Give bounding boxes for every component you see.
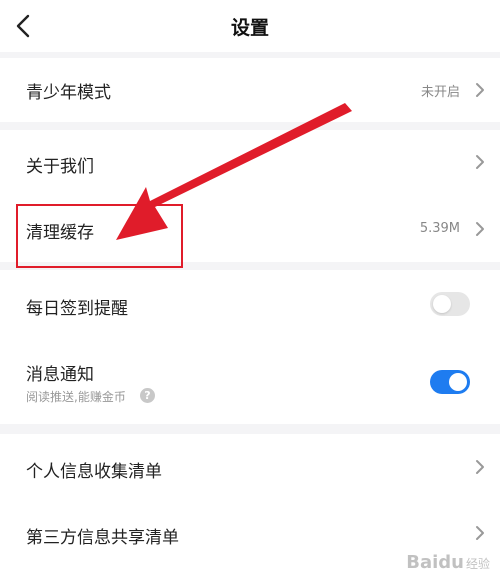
annotation-highlight-box	[16, 204, 183, 268]
youth-mode-status: 未开启	[420, 85, 460, 100]
about-label: 关于我们	[26, 157, 94, 177]
toggle-knob	[433, 295, 451, 313]
section-gap	[0, 424, 500, 434]
watermark: Baidu 经验	[406, 552, 490, 573]
help-icon[interactable]: ?	[140, 388, 155, 403]
personal-info-label: 个人信息收集清单	[26, 462, 162, 482]
page-title: 设置	[230, 17, 269, 39]
checkin-reminder-label: 每日签到提醒	[26, 299, 128, 319]
third-party-label: 第三方信息共享清单	[26, 528, 179, 548]
personal-info-row[interactable]: 个人信息收集清单	[0, 434, 500, 500]
chevron-right-icon	[476, 83, 484, 97]
toggle-knob	[449, 373, 467, 391]
youth-mode-label: 青少年模式	[26, 83, 111, 103]
notifications-label: 消息通知	[26, 365, 94, 385]
chevron-right-icon	[476, 222, 484, 236]
chevron-right-icon	[476, 460, 484, 474]
about-row[interactable]: 关于我们	[0, 130, 500, 194]
youth-mode-row[interactable]: 青少年模式 未开启	[0, 58, 500, 122]
cache-size: 5.39M	[419, 221, 460, 236]
notifications-row: 消息通知 阅读推送,能赚金币 ?	[0, 338, 500, 424]
notifications-toggle[interactable]	[430, 370, 470, 394]
notifications-sublabel: 阅读推送,能赚金币	[26, 390, 126, 404]
section-gap	[0, 122, 500, 130]
chevron-right-icon	[476, 526, 484, 540]
chevron-right-icon	[476, 155, 484, 169]
checkin-reminder-row: 每日签到提醒	[0, 270, 500, 338]
checkin-reminder-toggle[interactable]	[430, 292, 470, 316]
top-bar: 设置	[0, 0, 500, 52]
